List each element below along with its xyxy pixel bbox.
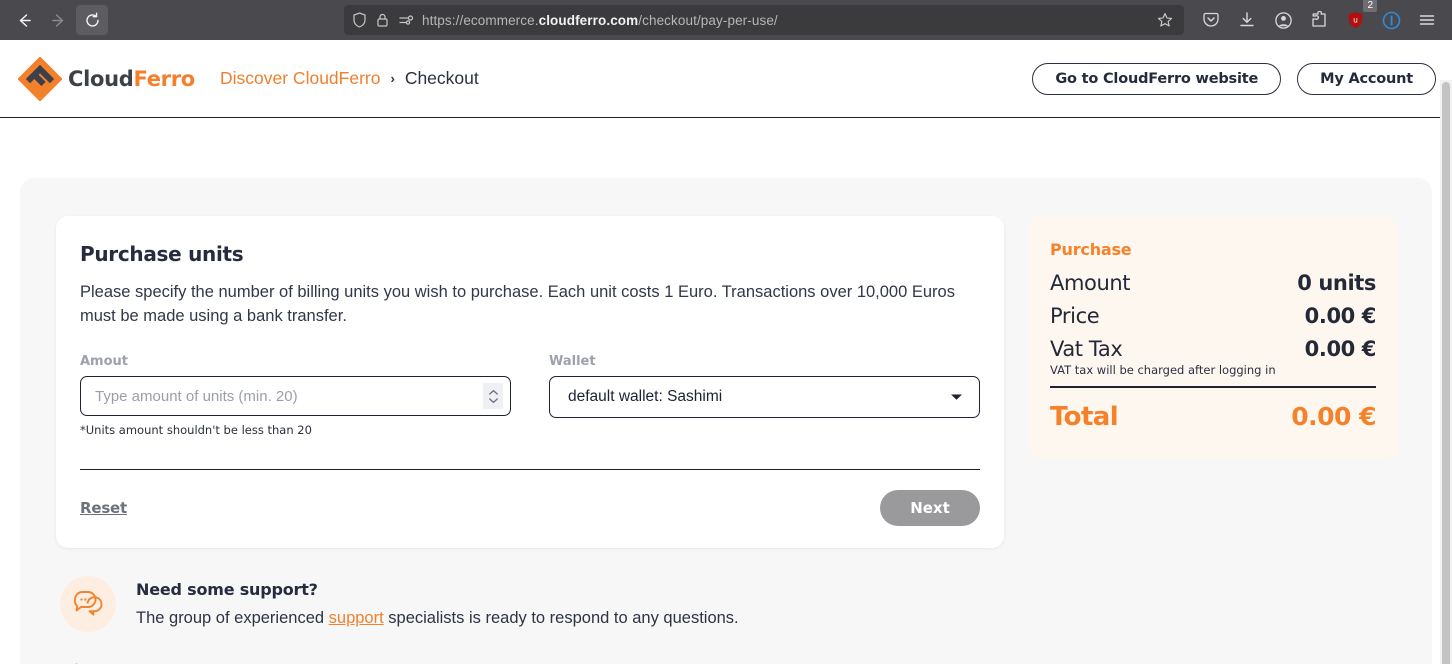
content-row: Purchase units Please specify the number… <box>20 178 1432 548</box>
site-header: CloudFerro Discover CloudFerro › Checkou… <box>0 40 1452 118</box>
purchase-units-card: Purchase units Please specify the number… <box>56 216 1004 548</box>
cloudferro-logo-icon <box>18 57 62 101</box>
form-actions: Reset Next <box>80 490 980 526</box>
reload-button[interactable] <box>76 5 108 35</box>
pocket-button[interactable] <box>1198 6 1224 34</box>
summary-total-value: 0.00 € <box>1291 402 1376 431</box>
star-icon <box>1157 12 1173 28</box>
wallet-label: Wallet <box>549 354 980 369</box>
summary-row-total: Total 0.00 € <box>1050 402 1376 432</box>
page-title: Purchase units <box>80 242 980 266</box>
lock-icon[interactable] <box>376 12 389 28</box>
site-logo[interactable]: CloudFerro <box>18 57 198 101</box>
reload-icon <box>84 12 101 29</box>
chat-bubbles-icon <box>72 589 104 619</box>
amount-stepper[interactable] <box>483 383 503 409</box>
forward-button[interactable] <box>42 5 74 35</box>
amount-field-group: Amout Type amount of units (min. 20) <box>80 354 511 437</box>
logo-cloud-text: Cloud <box>68 67 134 91</box>
summary-total-label: Total <box>1050 402 1118 432</box>
summary-divider <box>1050 386 1376 388</box>
purchase-description: Please specify the number of billing uni… <box>80 280 980 328</box>
extensions-icon <box>1310 11 1328 29</box>
breadcrumb-separator-icon: › <box>390 71 394 86</box>
summary-vat-value: 0.00 € <box>1305 337 1376 361</box>
summary-row-vat: Vat Tax 0.00 € <box>1050 337 1376 361</box>
summary-title: Purchase <box>1050 240 1376 259</box>
browser-toolbar: https://ecommerce.cloudferro.com/checkou… <box>0 0 1452 40</box>
support-description: The group of experienced support special… <box>136 609 739 628</box>
extensions-button[interactable] <box>1306 6 1332 34</box>
url-suffix: /checkout/pay-per-use/ <box>638 13 778 28</box>
support-icon-wrap <box>60 576 116 632</box>
onepassword-icon <box>1382 11 1401 30</box>
support-text-after: specialists is ready to respond to any q… <box>384 609 739 627</box>
reset-button[interactable]: Reset <box>80 499 127 517</box>
url-text[interactable]: https://ecommerce.cloudferro.com/checkou… <box>422 13 1146 28</box>
site-logo-text: CloudFerro <box>68 67 195 91</box>
account-icon <box>1274 11 1293 30</box>
arrow-left-icon <box>16 12 33 29</box>
breadcrumb-link-discover[interactable]: Discover CloudFerro <box>220 68 380 89</box>
summary-price-label: Price <box>1050 304 1099 328</box>
support-text-wrap: Need some support? The group of experien… <box>136 580 739 628</box>
url-domain: cloudferro.com <box>539 13 639 28</box>
browser-toolbar-actions: u 2 <box>1198 6 1444 34</box>
vat-note: VAT tax will be charged after logging in <box>1050 363 1376 377</box>
account-button[interactable] <box>1270 6 1296 34</box>
app-menu-button[interactable] <box>1414 6 1440 34</box>
summary-row-amount: Amount 0 units <box>1050 271 1376 295</box>
ublock-origin-icon: u <box>1347 11 1364 29</box>
page-scrollbar-thumb[interactable] <box>1442 82 1450 664</box>
support-text-before: The group of experienced <box>136 609 329 627</box>
amount-hint: *Units amount shouldn't be less than 20 <box>80 423 511 437</box>
breadcrumb-current-checkout: Checkout <box>405 68 479 89</box>
wallet-select[interactable]: default wallet: Sashimi <box>549 376 980 418</box>
back-button[interactable] <box>8 5 40 35</box>
chevron-down-icon[interactable] <box>950 393 963 401</box>
app-menu-icon <box>1418 11 1436 29</box>
spinner-up-icon[interactable] <box>488 389 499 396</box>
downloads-icon <box>1238 11 1256 29</box>
support-title: Need some support? <box>136 580 739 599</box>
logo-ferro-text: Ferro <box>134 67 195 91</box>
form-divider <box>80 469 980 470</box>
summary-vat-label: Vat Tax <box>1050 337 1122 361</box>
support-block: Need some support? The group of experien… <box>20 548 1432 632</box>
header-actions: Go to CloudFerro website My Account <box>1032 63 1436 95</box>
summary-amount-value: 0 units <box>1297 271 1376 295</box>
amount-label: Amout <box>80 354 511 369</box>
summary-row-price: Price 0.00 € <box>1050 304 1376 328</box>
content-container: Purchase units Please specify the number… <box>20 178 1432 664</box>
form-fields: Amout Type amount of units (min. 20) <box>80 354 980 437</box>
onepassword-button[interactable] <box>1378 6 1404 34</box>
ublock-origin-button[interactable]: u 2 <box>1342 6 1368 34</box>
arrow-right-icon <box>50 12 67 29</box>
address-bar-icons <box>352 12 414 28</box>
svg-text:u: u <box>1353 15 1358 24</box>
next-button[interactable]: Next <box>880 490 980 526</box>
wallet-field-group: Wallet default wallet: Sashimi <box>549 354 980 437</box>
ublock-badge-count: 2 <box>1363 0 1377 12</box>
purchase-summary-panel: Purchase Amount 0 units Price 0.00 € Vat… <box>1028 216 1398 458</box>
go-to-website-button[interactable]: Go to CloudFerro website <box>1032 63 1281 95</box>
spinner-down-icon[interactable] <box>488 397 499 404</box>
go-back-link-row[interactable]: Go back to CloudFerro products <box>20 632 1432 664</box>
my-account-button[interactable]: My Account <box>1297 63 1436 95</box>
amount-input-placeholder: Type amount of units (min. 20) <box>95 388 483 405</box>
breadcrumb: Discover CloudFerro › Checkout <box>220 68 479 89</box>
summary-price-value: 0.00 € <box>1305 304 1376 328</box>
summary-amount-label: Amount <box>1050 271 1130 295</box>
shield-icon[interactable] <box>352 12 367 28</box>
address-bar[interactable]: https://ecommerce.cloudferro.com/checkou… <box>344 5 1184 35</box>
downloads-button[interactable] <box>1234 6 1260 34</box>
permissions-icon[interactable] <box>398 12 414 28</box>
bookmark-button[interactable] <box>1154 9 1176 31</box>
page-body: CloudFerro Discover CloudFerro › Checkou… <box>0 40 1452 664</box>
wallet-selected-value: default wallet: Sashimi <box>568 388 950 406</box>
amount-input[interactable]: Type amount of units (min. 20) <box>80 376 511 416</box>
support-link[interactable]: support <box>329 609 384 627</box>
pocket-icon <box>1202 11 1220 29</box>
url-prefix: https://ecommerce. <box>422 13 539 28</box>
